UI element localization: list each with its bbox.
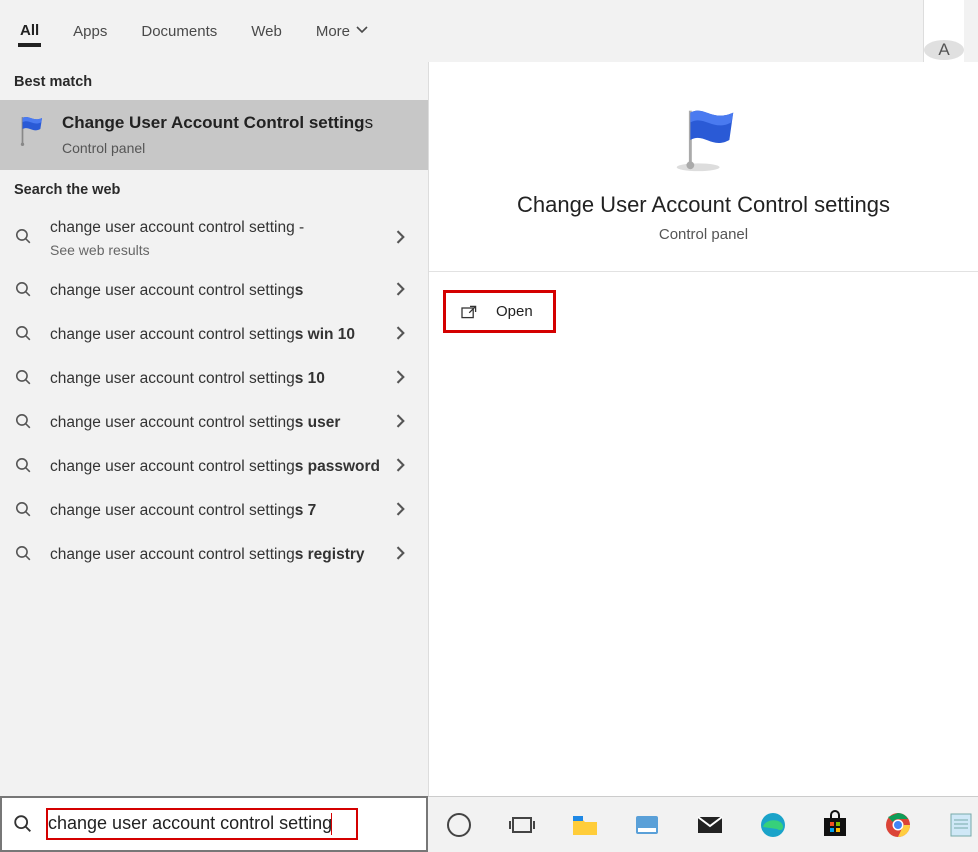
chevron-right-icon bbox=[394, 502, 416, 521]
search-icon bbox=[14, 500, 36, 524]
search-icon bbox=[14, 368, 36, 392]
tab-more[interactable]: More bbox=[314, 17, 370, 46]
web-result-text: change user account control settings bbox=[50, 281, 380, 302]
edge-icon[interactable] bbox=[755, 807, 790, 843]
preview-panel: Change User Account Control settings Con… bbox=[428, 62, 978, 796]
web-result-1[interactable]: change user account control settings bbox=[0, 270, 428, 314]
search-icon bbox=[14, 227, 36, 251]
preview-title: Change User Account Control settings bbox=[517, 192, 890, 218]
search-icon bbox=[14, 280, 36, 304]
search-bar[interactable]: change user account control setting bbox=[0, 796, 428, 852]
chevron-right-icon bbox=[394, 230, 416, 249]
microsoft-store-icon[interactable] bbox=[818, 807, 853, 843]
web-result-text: change user account control settings 7 bbox=[50, 501, 380, 522]
task-view-icon[interactable] bbox=[505, 807, 540, 843]
mail-icon[interactable] bbox=[693, 807, 728, 843]
chevron-right-icon bbox=[394, 326, 416, 345]
search-icon bbox=[14, 324, 36, 348]
tab-web[interactable]: Web bbox=[249, 17, 284, 46]
web-result-4[interactable]: change user account control settings use… bbox=[0, 402, 428, 446]
web-result-text: change user account control settings 10 bbox=[50, 369, 380, 390]
tab-documents[interactable]: Documents bbox=[139, 17, 219, 46]
best-match-result[interactable]: Change User Account Control settings Con… bbox=[0, 100, 428, 170]
uac-flag-icon bbox=[14, 112, 48, 146]
best-match-subtitle: Control panel bbox=[62, 140, 373, 156]
chrome-icon[interactable] bbox=[881, 807, 916, 843]
uac-flag-icon bbox=[665, 102, 743, 174]
search-filter-tabs: All Apps Documents Web More A bbox=[0, 0, 978, 62]
web-result-text: change user account control setting - Se… bbox=[50, 218, 380, 260]
avatar[interactable]: A bbox=[924, 40, 964, 60]
open-label: Open bbox=[496, 303, 533, 320]
search-icon bbox=[14, 456, 36, 480]
results-panel: Best match Change User Account Control s… bbox=[0, 62, 428, 796]
word-icon[interactable] bbox=[630, 807, 665, 843]
best-match-header: Best match bbox=[0, 62, 428, 100]
tab-more-label: More bbox=[316, 23, 350, 40]
tab-all[interactable]: All bbox=[18, 16, 41, 47]
notepad-icon[interactable] bbox=[943, 807, 978, 843]
chevron-right-icon bbox=[394, 414, 416, 433]
chevron-right-icon bbox=[394, 458, 416, 477]
web-result-text: change user account control settings use… bbox=[50, 413, 380, 434]
search-icon bbox=[14, 412, 36, 436]
web-result-7[interactable]: change user account control settings reg… bbox=[0, 534, 428, 578]
web-result-text: change user account control settings win… bbox=[50, 325, 380, 346]
best-match-title: Change User Account Control settings bbox=[62, 112, 373, 134]
divider bbox=[429, 271, 978, 272]
chevron-right-icon bbox=[394, 370, 416, 389]
chevron-right-icon bbox=[394, 282, 416, 301]
search-icon bbox=[14, 544, 36, 568]
taskbar bbox=[428, 796, 978, 852]
web-result-2[interactable]: change user account control settings win… bbox=[0, 314, 428, 358]
file-explorer-icon[interactable] bbox=[567, 807, 602, 843]
open-icon bbox=[460, 304, 480, 320]
web-results-header: Search the web bbox=[0, 170, 428, 208]
web-result-text: change user account control settings pas… bbox=[50, 457, 380, 478]
chevron-down-icon bbox=[356, 23, 368, 40]
search-icon bbox=[12, 813, 34, 835]
chevron-right-icon bbox=[394, 546, 416, 565]
web-result-0[interactable]: change user account control setting - Se… bbox=[0, 208, 428, 270]
web-result-6[interactable]: change user account control settings 7 bbox=[0, 490, 428, 534]
tab-apps[interactable]: Apps bbox=[71, 17, 109, 46]
cortana-icon[interactable] bbox=[442, 807, 477, 843]
web-result-5[interactable]: change user account control settings pas… bbox=[0, 446, 428, 490]
open-button[interactable]: Open bbox=[443, 290, 556, 333]
search-input[interactable]: change user account control setting bbox=[48, 813, 416, 835]
preview-subtitle: Control panel bbox=[659, 226, 748, 243]
web-result-text: change user account control settings reg… bbox=[50, 545, 380, 566]
web-result-3[interactable]: change user account control settings 10 bbox=[0, 358, 428, 402]
